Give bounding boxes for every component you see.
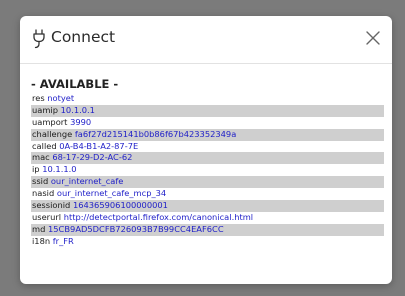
info-row-uamip: uamip 10.1.0.1 (31, 104, 384, 117)
info-value: 10.1.0.1 (60, 104, 95, 115)
info-key: userurl (32, 211, 62, 222)
connect-dialog: Connect - AVAILABLE - res notyet uamip 10… (20, 16, 392, 284)
dialog-header: Connect (20, 16, 392, 64)
info-key: md (32, 223, 46, 234)
info-key: ssid (32, 176, 49, 187)
info-value: our_internet_cafe_mcp_34 (56, 188, 167, 199)
info-value: 10.1.1.0 (42, 164, 77, 175)
plug-icon (33, 29, 45, 49)
info-value: 164365906100000001 (72, 200, 168, 211)
info-key: uamport (32, 116, 68, 127)
info-list: res notyet uamip 10.1.0.1 uamport 3990 chal… (31, 93, 384, 248)
info-key: i18n (32, 235, 51, 246)
info-row-res: res notyet (31, 93, 384, 105)
info-key: mac (32, 152, 50, 163)
info-key: sessionid (32, 200, 71, 211)
info-value: our_internet_cafe (50, 176, 124, 187)
info-row-mac: mac 68-17-29-D2-AC-62 (31, 152, 384, 165)
info-row-uamport: uamport 3990 (31, 117, 384, 129)
status-heading: - AVAILABLE - (31, 77, 119, 91)
info-key: ip (32, 164, 40, 175)
info-value: 15CB9AD5DCFB726093B7B99CC4EAF6CC (48, 223, 224, 234)
info-row-ip: ip 10.1.1.0 (31, 164, 384, 176)
info-key: challenge (32, 128, 73, 139)
info-key: nasid (32, 188, 55, 199)
dialog-body: - AVAILABLE - res notyet uamip 10.1.0.1 ua… (31, 76, 384, 248)
info-row-challenge: challenge fa6f27d215141b0b86f67b42335234… (31, 128, 384, 141)
info-row-sessionid: sessionid 164365906100000001 (31, 200, 384, 212)
info-value: 0A-B4-B1-A2-87-7E (59, 140, 139, 151)
info-value: http://detectportal.firefox.com/canonica… (63, 211, 254, 222)
close-icon[interactable] (366, 31, 380, 45)
info-key: res (32, 93, 45, 103)
info-key: uamip (32, 104, 58, 115)
info-value: fr_FR (52, 235, 74, 246)
info-row-md: md 15CB9AD5DCFB726093B7B99CC4EAF6CC (31, 223, 384, 236)
info-key: called (32, 140, 57, 151)
info-value: 3990 (70, 116, 92, 127)
info-row-ssid: ssid our_internet_cafe (31, 176, 384, 189)
info-value: 68-17-29-D2-AC-62 (52, 152, 133, 163)
info-row-userurl: userurl http://detectportal.firefox.com/… (31, 212, 384, 224)
info-row-called: called 0A-B4-B1-A2-87-7E (31, 141, 384, 153)
info-row-i18n: i18n fr_FR (31, 236, 384, 248)
info-row-nasid: nasid our_internet_cafe_mcp_34 (31, 188, 384, 200)
info-value: fa6f27d215141b0b86f67b423352349a (74, 128, 237, 139)
dialog-title: Connect (51, 28, 116, 46)
info-value: notyet (47, 93, 75, 103)
